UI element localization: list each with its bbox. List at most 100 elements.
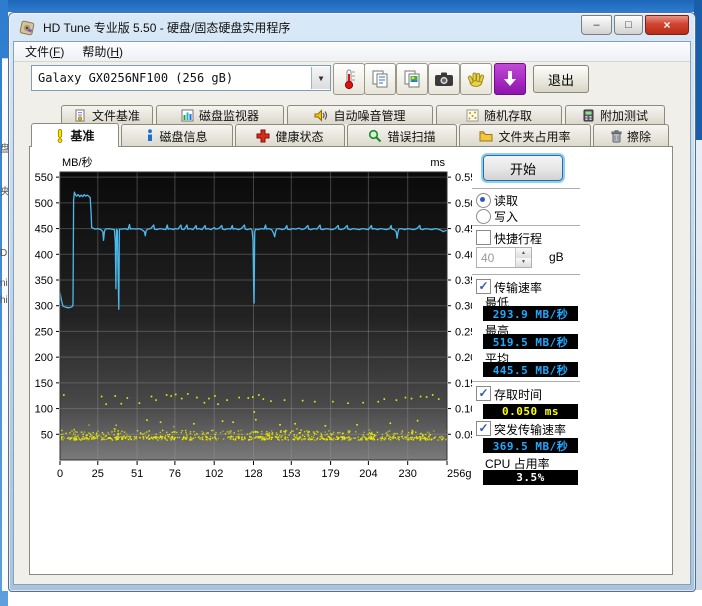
read-radio[interactable] [476, 193, 491, 208]
x-tick-label: 51 [131, 468, 143, 480]
folder-icon [479, 130, 493, 142]
short-stroke-checkbox[interactable] [476, 230, 491, 245]
benchmark-tab-page: 501001502002503003504004505005500.050.10… [29, 146, 673, 575]
y-right-axis-unit: ms [430, 157, 445, 169]
stepper-arrows: ▲ ▼ [515, 248, 531, 267]
background-window-fragment: hi [0, 295, 8, 306]
access-time-value: 0.050 ms [483, 404, 578, 419]
tab-random-access[interactable]: 随机存取 [436, 105, 562, 124]
exit-button[interactable]: 退出 [533, 65, 589, 93]
x-tick-label: 179 [321, 468, 339, 480]
tab-benchmark[interactable]: 基准 [31, 123, 119, 147]
screenshot-button[interactable] [428, 63, 460, 95]
drive-select[interactable]: Galaxy GX0256NF100 (256 gB) ▼ [31, 65, 331, 91]
stepper-up-icon[interactable]: ▲ [516, 248, 531, 258]
stepper-down-icon[interactable]: ▼ [516, 257, 531, 267]
chevron-down-icon[interactable]: ▼ [311, 67, 330, 89]
tab-auto-acoustic[interactable]: 自动噪音管理 [287, 105, 433, 124]
window-title: HD Tune 专业版 5.50 - 硬盘/固态硬盘实用程序 [43, 21, 291, 35]
divider [472, 274, 580, 275]
transfer-rate-checkbox[interactable] [476, 279, 491, 294]
copy-text-button[interactable] [364, 63, 396, 95]
background-window-fragment: 夹 [0, 187, 8, 198]
update-button[interactable] [494, 63, 526, 95]
download-arrow-icon [504, 71, 516, 86]
min-value: 293.9 MB/秒 [483, 306, 578, 321]
x-tick-label: 153 [282, 468, 300, 480]
tab-folder-usage[interactable]: 文件夹占用率 [459, 124, 591, 147]
speaker-icon [314, 108, 328, 122]
maximize-button[interactable]: □ [614, 15, 643, 35]
write-radio-label[interactable]: 写入 [494, 208, 518, 225]
divider [472, 381, 580, 382]
trash-icon [611, 129, 622, 143]
magnifier-icon [368, 129, 382, 143]
short-stroke-label[interactable]: 快捷行程 [494, 230, 542, 247]
tab-row-secondary: 文件基准 磁盘监视器 自动噪音管理 随机存取 附加测试 [61, 105, 665, 124]
menu-bar: 文件(F) 帮助(H) [14, 42, 690, 62]
copy-image-icon [404, 70, 420, 88]
tab-extra-tests[interactable]: 附加测试 [565, 105, 665, 124]
background-window-fragment: 盘 [0, 144, 8, 155]
short-stroke-size-stepper[interactable]: 40 ▲ ▼ [476, 247, 532, 268]
tab-disk-monitor[interactable]: 磁盘监视器 [156, 105, 284, 124]
disk-monitor-icon [181, 109, 194, 122]
x-tick-label: 128 [244, 468, 262, 480]
menu-file[interactable]: 文件(F) [18, 41, 71, 62]
benchmark-controls: 开始 读取 写入 快捷行程 40 ▲▼ gB 传输速率 最低 293.9 MB/… [470, 147, 670, 574]
access-time-checkbox[interactable] [476, 386, 491, 401]
background-window-fragment: ni [0, 278, 8, 289]
copy-image-button[interactable] [396, 63, 428, 95]
close-button[interactable]: × [645, 15, 689, 35]
tab-erase[interactable]: 擦除 [593, 124, 669, 147]
x-tick-label: 25 [92, 468, 104, 480]
divider [472, 225, 580, 226]
hdtune-window: HD Tune 专业版 5.50 - 硬盘/固态硬盘实用程序 – □ × 文件(… [8, 12, 696, 592]
y-left-tick-label: 150 [35, 378, 53, 390]
burst-rate-checkbox[interactable] [476, 421, 491, 436]
start-button[interactable]: 开始 [483, 155, 563, 181]
x-tick-label: 256gB [447, 468, 472, 480]
benchmark-chart: 501001502002503003504004505005500.050.10… [32, 152, 479, 492]
minimize-button[interactable]: – [581, 15, 612, 35]
max-value: 519.5 MB/秒 [483, 334, 578, 349]
menu-help[interactable]: 帮助(H) [75, 41, 130, 62]
x-tick-label: 204 [359, 468, 377, 480]
tab-row-primary: 基准 磁盘信息 健康状态 错误扫描 文件夹占用率 擦除 [31, 123, 669, 147]
x-tick-label: 230 [399, 468, 417, 480]
temperature-button[interactable] [333, 63, 365, 95]
benchmark-icon [55, 128, 65, 143]
y-left-tick-label: 350 [35, 275, 53, 287]
camera-icon [435, 72, 453, 86]
short-stroke-unit: gB [549, 250, 564, 264]
desktop-background-top [0, 0, 702, 12]
random-access-icon [466, 109, 479, 122]
hand-icon [467, 72, 485, 87]
y-left-tick-label: 500 [35, 198, 53, 210]
x-tick-label: 102 [205, 468, 223, 480]
drive-select-value: Galaxy GX0256NF100 (256 gB) [38, 71, 234, 85]
cpu-usage-value: 3.5% [483, 470, 578, 485]
y-left-axis-unit: MB/秒 [62, 155, 93, 169]
donate-button[interactable] [460, 63, 492, 95]
tab-file-benchmark[interactable]: 文件基准 [61, 105, 153, 124]
y-left-tick-label: 300 [35, 301, 53, 313]
burst-rate-value: 369.5 MB/秒 [483, 438, 578, 453]
thermometer-icon [344, 69, 355, 90]
health-cross-icon [256, 129, 270, 143]
burst-rate-label[interactable]: 突发传输速率 [494, 421, 566, 438]
tab-disk-info[interactable]: 磁盘信息 [121, 124, 233, 147]
tab-health[interactable]: 健康状态 [235, 124, 345, 147]
write-radio[interactable] [476, 209, 491, 224]
access-time-label[interactable]: 存取时间 [494, 386, 542, 403]
x-tick-label: 76 [169, 468, 181, 480]
app-icon [19, 20, 35, 35]
y-left-tick-label: 450 [35, 224, 53, 236]
read-radio-label[interactable]: 读取 [494, 192, 518, 209]
chart-svg: 501001502002503003504004505005500.050.10… [35, 155, 479, 480]
y-left-tick-label: 250 [35, 326, 53, 338]
file-benchmark-icon [74, 109, 87, 122]
extra-tests-icon [582, 109, 595, 122]
background-window-fragment: D [0, 248, 8, 259]
tab-error-scan[interactable]: 错误扫描 [347, 124, 457, 147]
